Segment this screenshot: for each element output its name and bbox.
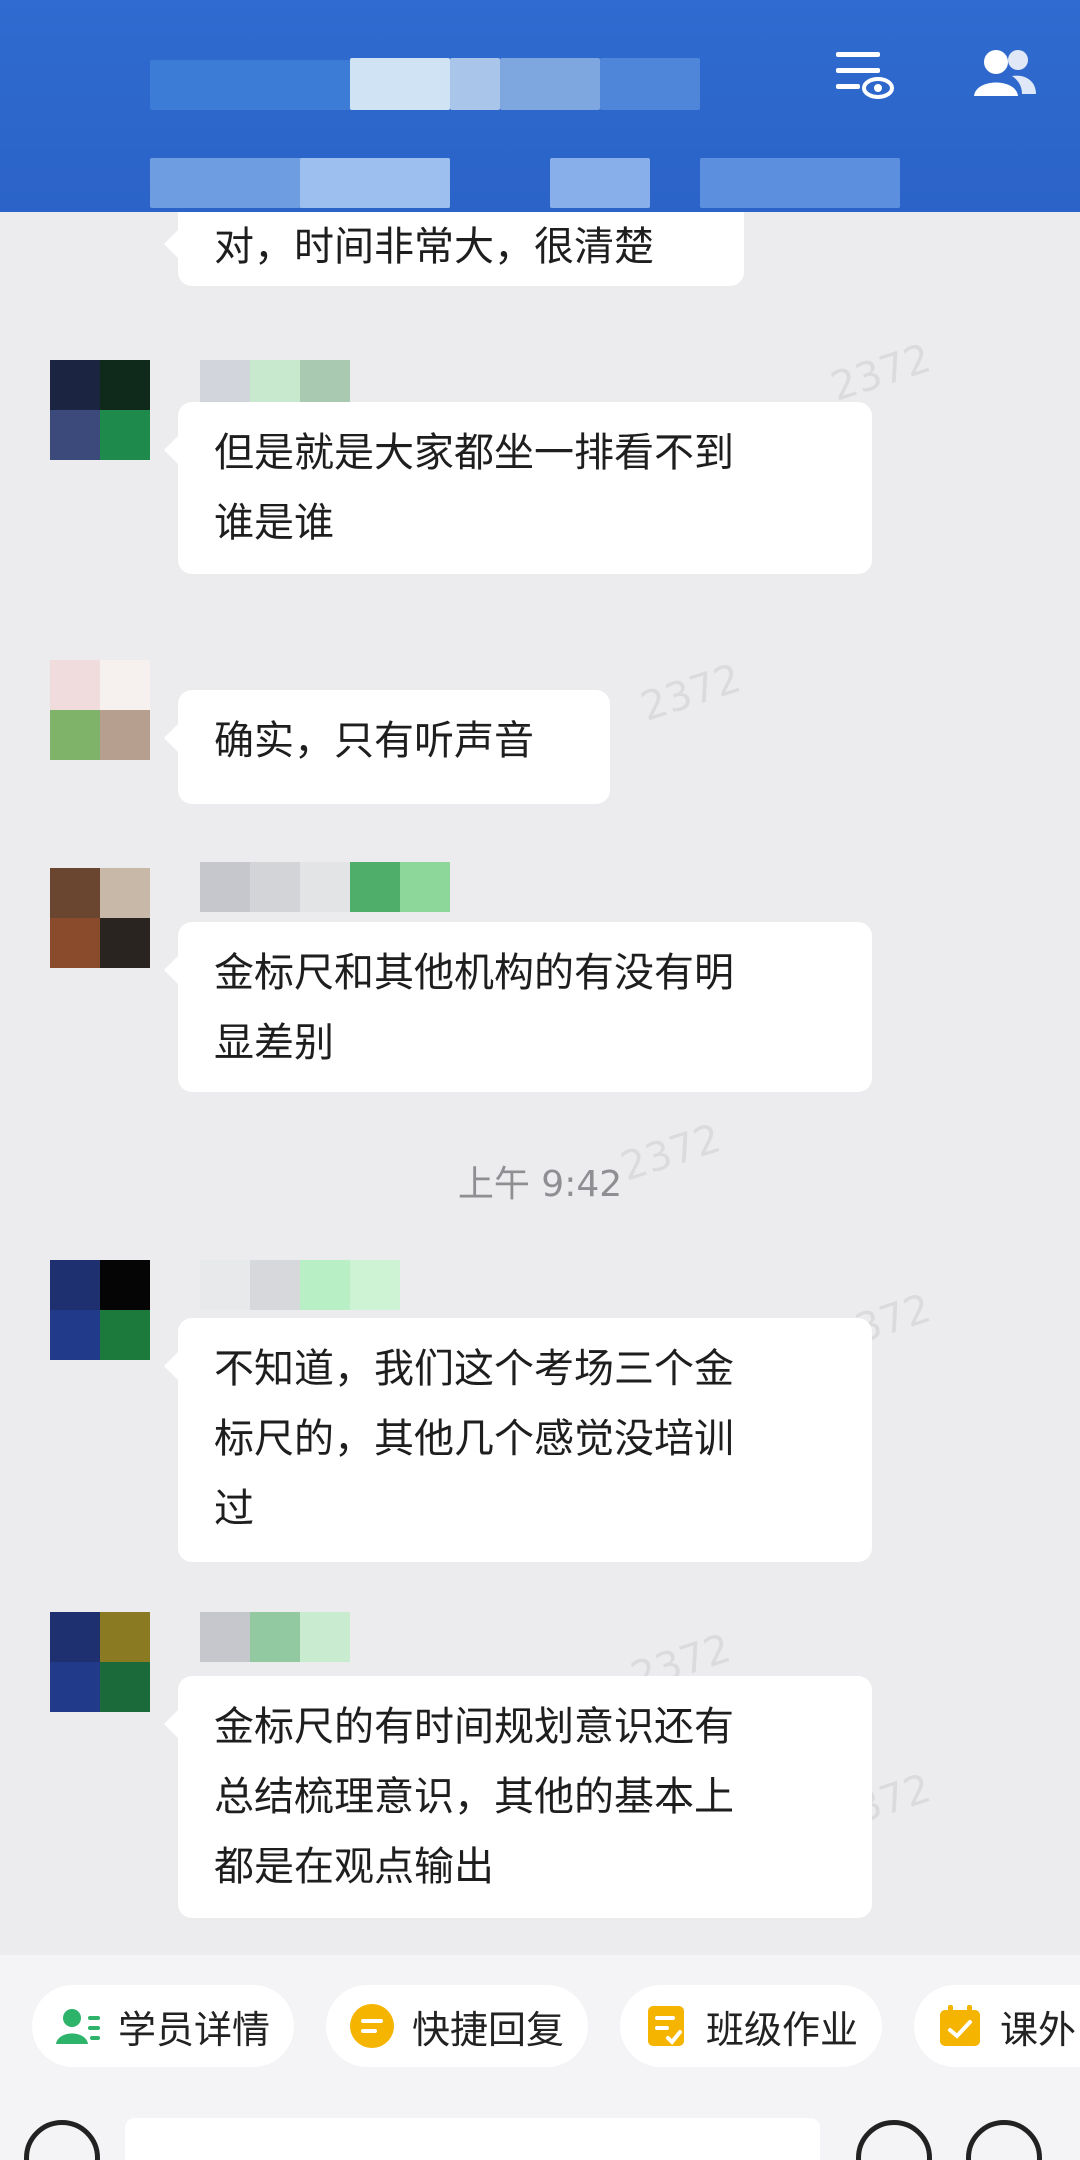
message-bubble[interactable]: 金标尺和其他机构的有没有明 显差别 [164,922,872,1092]
quick-reply-button[interactable]: 快捷回复 [326,1985,588,2067]
watermark: 2372 [825,335,937,411]
avatar[interactable] [50,868,150,968]
message-timestamp: 上午 9:42 [457,1164,623,1205]
blurred-sender-name [200,1612,350,1662]
quick-action-label: 课外 [1000,2007,1077,2052]
message-bubble[interactable]: 金标尺的有时间规划意识还有 总结梳理意识，其他的基本上 都是在观点输出 [164,1676,872,1918]
extracurricular-icon [936,2002,984,2050]
chat-screen: 2372 2372 2372 2372 2372 2372 对，时间非常大，很清… [0,0,1080,2160]
blurred-title-part [450,58,500,110]
group-members-icon[interactable] [968,38,1040,110]
blurred-subtitle-part [550,158,650,208]
watermark: 2372 [635,655,747,731]
emoji-icon[interactable] [856,2120,932,2160]
message-bubble[interactable]: 但是就是大家都坐一排看不到 谁是谁 [164,402,872,574]
avatar[interactable] [50,360,150,460]
blurred-subtitle-part [700,158,900,208]
blurred-title-part [500,58,600,110]
quick-action-label: 学员详情 [118,2007,271,2052]
quick-reply-icon [348,2002,396,2050]
avatar[interactable] [50,1260,150,1360]
chat-header [0,0,1080,212]
student-details-button[interactable]: 学员详情 [32,1985,294,2067]
class-homework-button[interactable]: 班级作业 [620,1985,882,2067]
class-homework-icon [642,2002,690,2050]
student-details-icon [54,2002,102,2050]
quick-action-label: 班级作业 [706,2007,859,2052]
quick-action-label: 快捷回复 [412,2007,565,2052]
extracurricular-button[interactable]: 课外 [914,1985,1080,2067]
avatar[interactable] [50,1612,150,1712]
message-bubble[interactable]: 不知道，我们这个考场三个金 标尺的，其他几个感觉没培训 过 [164,1318,872,1562]
blurred-title-part [600,58,700,110]
add-icon[interactable] [966,2120,1042,2160]
message-input[interactable] [125,2118,820,2160]
blurred-title-part [350,58,450,110]
message-bubble[interactable]: 确实，只有听声音 [164,690,610,804]
quick-action-bar: 学员详情 快捷回复 班级作业 课外 [0,1955,1080,2100]
avatar[interactable] [50,660,150,760]
input-bar [0,2100,1080,2160]
list-settings-icon[interactable] [828,38,900,110]
blurred-subtitle-part [300,158,450,208]
voice-icon[interactable] [24,2120,100,2160]
blurred-sender-name [200,862,450,912]
blurred-sender-name [200,1260,400,1310]
